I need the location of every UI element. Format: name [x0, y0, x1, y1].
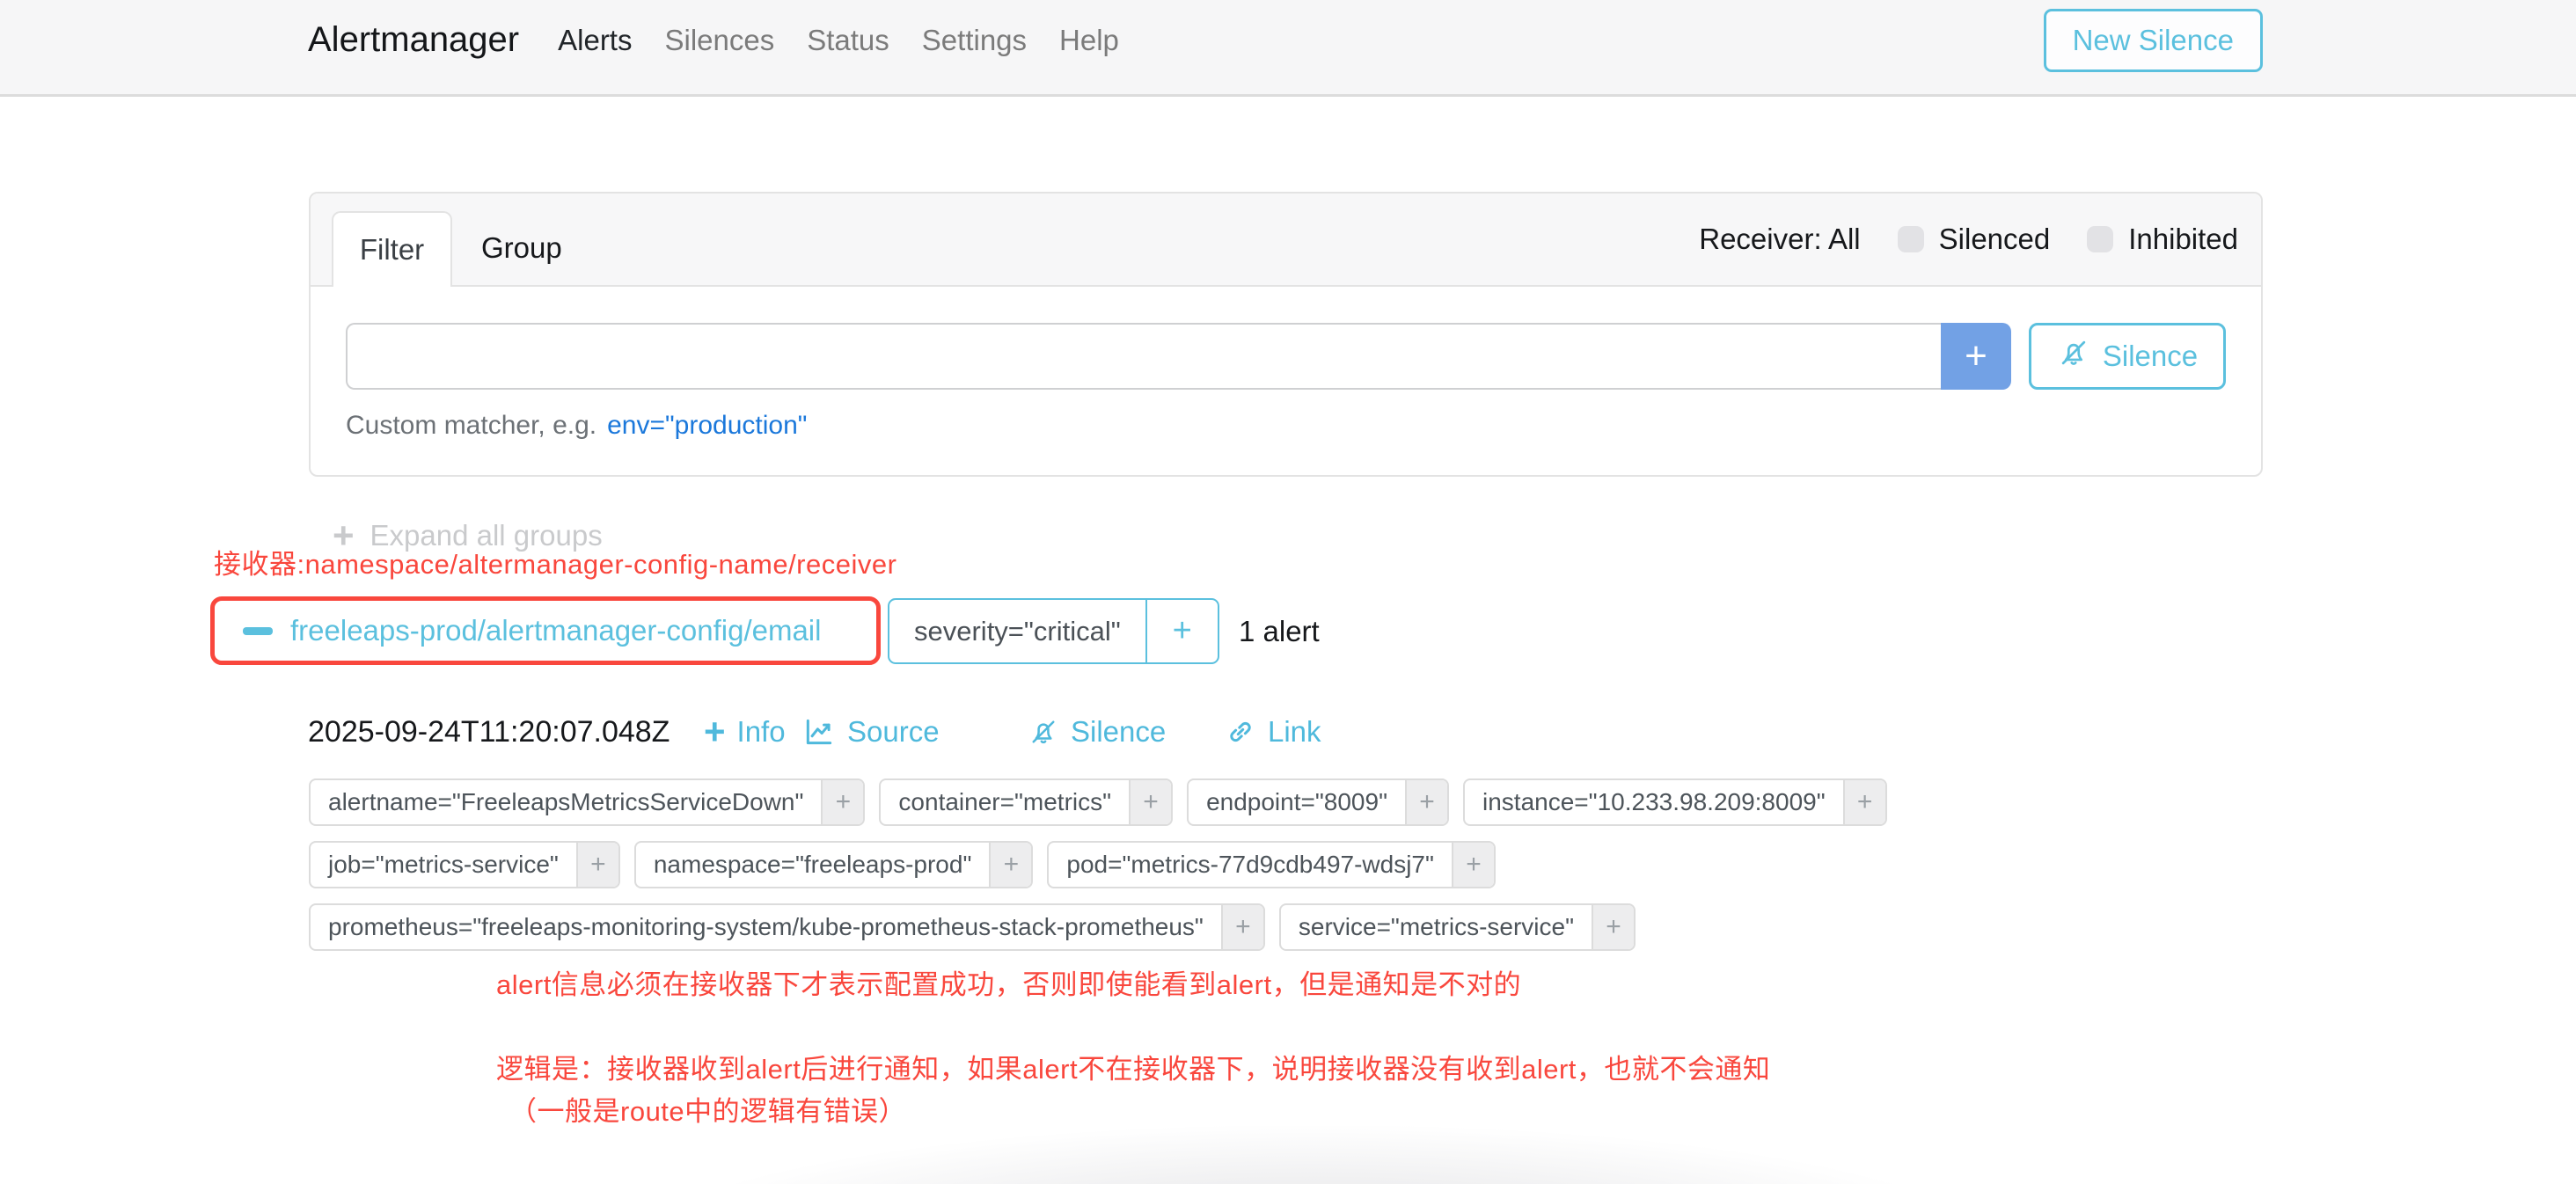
label-add-matcher-button[interactable]: + [576, 843, 618, 887]
silence-matchers-button[interactable]: Silence [2029, 323, 2226, 390]
label-add-matcher-button[interactable]: + [1129, 780, 1171, 824]
nav-settings[interactable]: Settings [922, 24, 1027, 57]
silence-matchers-label: Silence [2103, 340, 2198, 373]
alert-label-text: service="metrics-service" [1281, 905, 1592, 949]
group-matcher-pill: severity="critical" + [888, 598, 1219, 664]
alert-label-text: container="metrics" [881, 780, 1129, 824]
alert-label-pill[interactable]: endpoint="8009" + [1187, 778, 1449, 826]
main-nav: Alerts Silences Status Settings Help [558, 24, 1119, 57]
alert-label-row: job="metrics-service" + namespace="freel… [309, 841, 1496, 888]
bottom-shadow-artifact [640, 1126, 1987, 1184]
label-add-matcher-button[interactable]: + [821, 780, 863, 824]
silenced-checkbox[interactable] [1898, 226, 1924, 252]
alert-label-pill[interactable]: service="metrics-service" + [1279, 903, 1636, 951]
alert-label-text: endpoint="8009" [1189, 780, 1405, 824]
bell-slash-icon [1028, 716, 1059, 748]
nav-help[interactable]: Help [1059, 24, 1119, 57]
receiver-group-button[interactable]: freeleaps-prod/alertmanager-config/email [210, 596, 881, 665]
group-matcher-label[interactable]: severity="critical" [889, 600, 1145, 662]
bell-slash-icon [2057, 336, 2090, 376]
label-add-matcher-button[interactable]: + [1452, 843, 1494, 887]
silenced-label: Silenced [1939, 223, 2051, 256]
alert-link-label: Link [1268, 715, 1321, 749]
inhibited-label: Inhibited [2128, 223, 2238, 256]
collapse-minus-icon [243, 627, 273, 635]
alert-label-pill[interactable]: job="metrics-service" + [309, 841, 620, 888]
inhibited-toggle[interactable]: Inhibited [2087, 223, 2238, 256]
alert-silence-button[interactable]: Silence [1028, 711, 1166, 753]
label-add-matcher-button[interactable]: + [1405, 780, 1447, 824]
alert-label-row: prometheus="freeleaps-monitoring-system/… [309, 903, 1636, 951]
filter-card-header: Filter Group Receiver: All Silenced Inhi… [311, 194, 2261, 287]
annotation-note: （一般是route中的逻辑有错误） [509, 1089, 906, 1129]
alert-label-text: pod="metrics-77d9cdb497-wdsj7" [1049, 843, 1452, 887]
alert-label-pill[interactable]: prometheus="freeleaps-monitoring-system/… [309, 903, 1265, 951]
alert-label-pill[interactable]: alertname="FreeleapsMetricsServiceDown" … [309, 778, 865, 826]
link-icon [1225, 716, 1256, 748]
alert-label-text: prometheus="freeleaps-monitoring-system/… [311, 905, 1221, 949]
nav-silences[interactable]: Silences [664, 24, 774, 57]
filter-header-controls: Receiver: All Silenced Inhibited [1699, 194, 2238, 285]
alert-label-pill[interactable]: container="metrics" + [879, 778, 1173, 826]
annotation-note: 逻辑是：接收器收到alert后进行通知，如果alert不在接收器下，说明接收器没… [496, 1047, 1770, 1086]
matcher-input-group: + Silence [346, 323, 2226, 390]
tab-group[interactable]: Group [452, 211, 591, 285]
alert-timestamp: 2025-09-24T11:20:07.048Z [308, 711, 670, 753]
tab-filter[interactable]: Filter [332, 211, 452, 287]
alert-permalink[interactable]: Link [1225, 711, 1321, 753]
alert-label-text: namespace="freeleaps-prod" [636, 843, 990, 887]
matcher-hint: Custom matcher, e.g. env="production" [346, 411, 2226, 441]
nav-status[interactable]: Status [807, 24, 889, 57]
matcher-hint-example-link[interactable]: env="production" [607, 411, 807, 440]
nav-alerts[interactable]: Alerts [558, 24, 632, 57]
alert-info-label: Info [737, 715, 786, 749]
receiver-annotation-text: 接收器:namespace/altermanager-config-name/r… [214, 542, 896, 581]
chart-icon [802, 715, 836, 749]
silenced-toggle[interactable]: Silenced [1898, 223, 2051, 256]
alert-label-row: alertname="FreeleapsMetricsServiceDown" … [309, 778, 1887, 826]
plus-icon: + [704, 717, 726, 747]
top-navbar: Alertmanager Alerts Silences Status Sett… [0, 0, 2576, 97]
alert-count: 1 alert [1239, 598, 1320, 664]
alertmanager-page: Alertmanager Alerts Silences Status Sett… [0, 0, 2576, 1184]
alert-label-pill[interactable]: namespace="freeleaps-prod" + [634, 841, 1034, 888]
matcher-hint-text: Custom matcher, e.g. [346, 411, 596, 440]
alert-label-pill[interactable]: pod="metrics-77d9cdb497-wdsj7" + [1047, 841, 1496, 888]
group-matcher-add-button[interactable]: + [1145, 600, 1218, 662]
alert-label-pill[interactable]: instance="10.233.98.209:8009" + [1463, 778, 1887, 826]
add-matcher-button[interactable]: + [1941, 323, 2011, 390]
filter-card-body: + Silence Custom matcher, e.g. env="produ… [311, 287, 2261, 477]
alert-label-text: alertname="FreeleapsMetricsServiceDown" [311, 780, 821, 824]
label-add-matcher-button[interactable]: + [1592, 905, 1634, 949]
alert-silence-label: Silence [1071, 715, 1166, 749]
filter-card: Filter Group Receiver: All Silenced Inhi… [309, 192, 2263, 477]
new-silence-button[interactable]: New Silence [2044, 9, 2263, 72]
label-add-matcher-button[interactable]: + [1843, 780, 1885, 824]
alert-info-button[interactable]: + Info [704, 711, 786, 753]
receiver-filter[interactable]: Receiver: All [1699, 223, 1860, 256]
app-brand[interactable]: Alertmanager [308, 20, 519, 60]
label-add-matcher-button[interactable]: + [1221, 905, 1263, 949]
alert-label-text: instance="10.233.98.209:8009" [1465, 780, 1843, 824]
annotation-note: alert信息必须在接收器下才表示配置成功，否则即使能看到alert，但是通知是… [496, 962, 1521, 1002]
matcher-input[interactable] [346, 323, 1941, 390]
inhibited-checkbox[interactable] [2087, 226, 2113, 252]
receiver-group-name: freeleaps-prod/alertmanager-config/email [290, 614, 821, 647]
label-add-matcher-button[interactable]: + [989, 843, 1031, 887]
alert-source-link[interactable]: Source [802, 711, 940, 753]
alert-source-label: Source [847, 715, 940, 749]
alert-label-text: job="metrics-service" [311, 843, 576, 887]
